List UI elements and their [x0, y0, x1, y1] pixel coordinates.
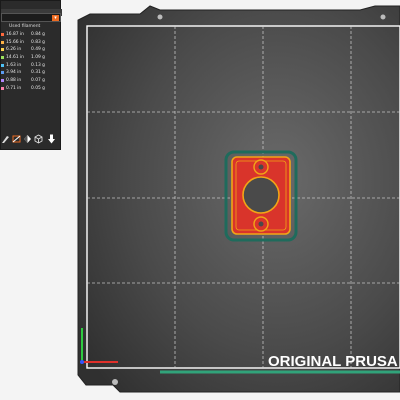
legend-toolbar: [1, 134, 62, 146]
legend-length: 0.71 in: [6, 85, 22, 91]
legend-weight: 0.84 g: [31, 32, 45, 37]
legend-row: 3.94 in 0.31 g: [1, 69, 62, 77]
legend-weight: 1.09 g: [31, 55, 45, 61]
legend-color-swatch: [1, 63, 4, 67]
bed-screw-icon: [112, 379, 118, 385]
legend-length: 0.88 in: [6, 78, 22, 84]
legend-panel: ▾ Used filament 16.87 in 0.84 g 15.66 in 0.…: [0, 0, 62, 150]
view-type-dropdown[interactable]: ▾: [1, 13, 61, 22]
legend-weight: 0.49 g: [31, 47, 45, 53]
legend-length: 6.26 in: [6, 47, 22, 53]
cube-icon[interactable]: [34, 134, 43, 144]
legend-row: 16.87 in 0.84 g: [1, 31, 62, 39]
bed-screw-icon: [157, 14, 163, 20]
bed-screw-icon: [380, 14, 386, 20]
legend-length: 16.87 in: [6, 32, 24, 37]
seam-icon[interactable]: [12, 134, 21, 144]
legend-color-swatch: [1, 71, 4, 75]
sliced-part[interactable]: [224, 150, 298, 242]
legend-weight: 0.07 g: [31, 78, 45, 84]
legend-header: Used filament: [9, 24, 41, 29]
legend-row: 15.66 in 0.83 g: [1, 39, 62, 47]
legend-row: 6.26 in 0.49 g: [1, 46, 62, 54]
center-hole: [242, 176, 280, 214]
legend-row: 1.63 in 0.13 g: [1, 62, 62, 70]
chevron-down-icon[interactable]: ▾: [52, 15, 59, 21]
legend-weight: 0.83 g: [31, 39, 45, 45]
download-icon[interactable]: [47, 134, 56, 144]
legend-row: 14.61 in 1.09 g: [1, 54, 62, 62]
legend-rows: 16.87 in 0.84 g 15.66 in 0.83 g 6.26 in 0.49 …: [1, 31, 62, 93]
top-screw-hole: [258, 164, 264, 170]
bed-logo: ORIGINAL PRUSA: [268, 353, 398, 370]
support-icon[interactable]: [23, 134, 32, 144]
legend-row: 0.88 in 0.07 g: [1, 77, 62, 85]
paint-icon[interactable]: [1, 134, 10, 144]
legend-color-swatch: [1, 79, 4, 83]
legend-length: 14.61 in: [6, 55, 24, 61]
legend-length: 1.63 in: [6, 62, 22, 68]
bottom-screw-hole: [258, 221, 264, 227]
legend-color-swatch: [1, 56, 4, 60]
legend-row: 0.71 in 0.05 g: [1, 85, 62, 93]
legend-color-swatch: [1, 48, 4, 52]
legend-weight: 0.05 g: [31, 85, 45, 91]
legend-weight: 0.13 g: [31, 62, 45, 68]
legend-length: 15.66 in: [6, 39, 24, 45]
legend-length: 3.94 in: [6, 70, 22, 76]
3d-viewport[interactable]: ORIGINAL PRUSA ▾ Used filament 16.87 in 0…: [0, 0, 400, 400]
legend-color-swatch: [1, 86, 4, 90]
legend-color-swatch: [1, 40, 4, 44]
legend-color-swatch: [1, 33, 4, 36]
legend-weight: 0.31 g: [31, 70, 45, 76]
